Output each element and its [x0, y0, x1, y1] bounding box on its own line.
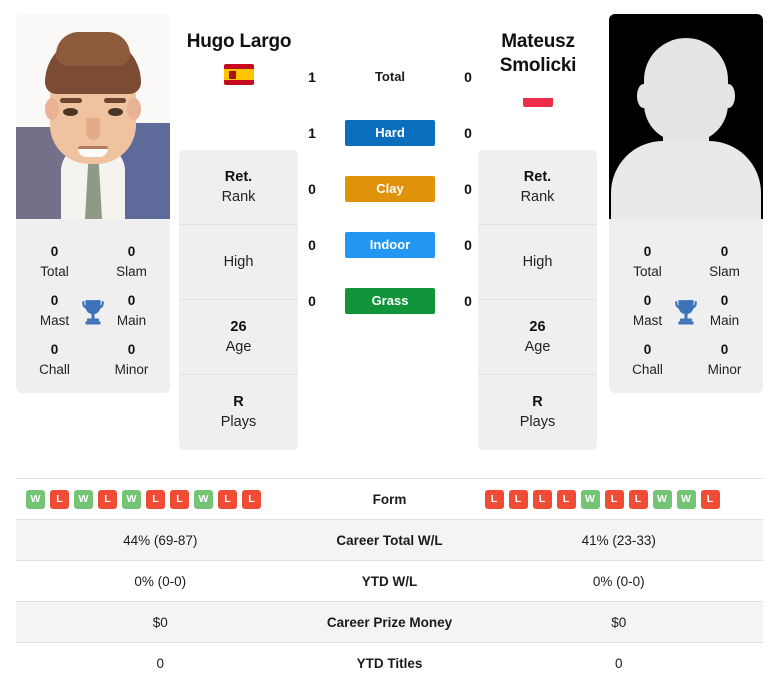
form-result-win[interactable]: W — [74, 489, 93, 509]
surface-row-total: 1 Total 0 — [300, 58, 480, 95]
info-plays-right: R Plays — [519, 394, 556, 430]
ytd-titles-right: 0 — [614, 655, 623, 671]
form-result-win[interactable]: W — [676, 489, 696, 509]
ytd-wl-left: 0% (0-0) — [134, 573, 187, 589]
trophy-icon — [82, 300, 104, 325]
surface-titles-column: 1 Total 0 1 Hard 0 0 Clay 0 0 Indoor 0 0… — [300, 58, 480, 319]
player-info-left: Ret. Rank High 26 Age R Plays — [179, 150, 298, 450]
player-photo-card-left[interactable]: Hugo Largo — [16, 14, 170, 261]
form-result-loss[interactable]: L — [508, 489, 528, 509]
prize-money-left: $0 — [152, 614, 168, 630]
player-name-left[interactable]: Hugo Largo — [162, 30, 316, 54]
ytd-wl-right: 0% (0-0) — [592, 573, 645, 589]
form-strip-right: LLLLWLLWWL — [484, 489, 754, 509]
info-high-left: High — [179, 225, 298, 300]
titles-chall-left: 0 Chall — [39, 342, 70, 377]
titles-chall-right: 0 Chall — [632, 342, 663, 377]
form-result-loss[interactable]: L — [484, 489, 504, 509]
surface-value-right-clay: 0 — [464, 180, 472, 197]
player-info-right: Ret. Rank High 26 Age R Plays — [478, 150, 597, 450]
surface-value-right-hard: 0 — [464, 124, 472, 141]
surface-badge-grass[interactable]: Grass — [345, 287, 435, 314]
surface-value-right-indoor: 0 — [464, 236, 472, 253]
row-label-form: Form — [372, 491, 407, 507]
surface-value-left-hard: 1 — [308, 124, 316, 141]
prize-money-right: $0 — [611, 614, 627, 630]
player-comparison-header: Hugo Largo 0 Total 0 Slam 0 Mast — [0, 0, 779, 470]
form-result-loss[interactable]: L — [50, 489, 69, 509]
form-result-loss[interactable]: L — [700, 489, 720, 509]
titles-total-right: 0 Total — [633, 244, 662, 279]
form-result-loss[interactable]: L — [532, 489, 552, 509]
player-photo-right — [609, 14, 763, 219]
form-result-loss[interactable]: L — [170, 489, 189, 509]
titles-total-left: 0 Total — [40, 244, 69, 279]
row-label-ytd-wl: YTD W/L — [361, 573, 418, 589]
form-cell-left: WLWLWLLWLL — [16, 479, 305, 520]
career-wl-left: 44% (69-87) — [123, 532, 198, 548]
form-result-loss[interactable]: L — [604, 489, 624, 509]
titles-minor-right: 0 Minor — [707, 342, 742, 377]
form-result-loss[interactable]: L — [628, 489, 648, 509]
form-result-loss[interactable]: L — [556, 489, 576, 509]
form-result-loss[interactable]: L — [242, 489, 261, 509]
form-cell-right: LLLLWLLWWL — [475, 479, 764, 520]
surface-label-total: Total — [374, 68, 406, 84]
info-rank-left: Ret. Rank — [179, 150, 298, 225]
form-result-win[interactable]: W — [194, 489, 213, 509]
table-row-ytd-wl: 0% (0-0) YTD W/L 0% (0-0) — [16, 560, 763, 602]
form-strip-left: WLWLWLLWLL — [26, 489, 295, 509]
titles-summary-right: 0 Total 0 Slam 0 Mast 0 Main 0 Chall 0 M… — [609, 228, 763, 393]
info-age-right: 26 Age — [478, 300, 597, 375]
table-row-ytd-titles: 0 YTD Titles 0 — [16, 642, 763, 684]
surface-value-left-total: 1 — [308, 68, 316, 85]
player-photo-card-right[interactable]: Mateusz Smolicki — [609, 14, 763, 261]
spain-flag-icon — [224, 64, 254, 85]
info-rank-right: Ret. Rank — [478, 150, 597, 225]
titles-slam-right: 0 Slam — [709, 244, 740, 279]
table-row-prize-money: $0 Career Prize Money $0 — [16, 601, 763, 643]
info-high-right: High — [478, 225, 597, 300]
career-wl-right: 41% (23-33) — [581, 532, 656, 548]
form-result-loss[interactable]: L — [146, 489, 165, 509]
info-plays-left: R Plays — [220, 394, 257, 430]
poland-flag-icon — [523, 88, 553, 107]
form-result-loss[interactable]: L — [98, 489, 117, 509]
ytd-titles-left: 0 — [156, 655, 164, 671]
player-header-left: Hugo Largo — [162, 30, 316, 85]
table-row-form: WLWLWLLWLL Form LLLLWLLWWL — [16, 478, 764, 520]
info-age-left: 26 Age — [179, 300, 298, 375]
player-name-right[interactable]: Mateusz Smolicki — [461, 30, 615, 78]
titles-slam-left: 0 Slam — [116, 244, 147, 279]
row-label-prize-money: Career Prize Money — [326, 614, 453, 630]
surface-value-right-grass: 0 — [464, 292, 472, 309]
row-label-ytd-titles: YTD Titles — [356, 655, 423, 671]
surface-value-left-indoor: 0 — [308, 236, 316, 253]
player-photo-left — [16, 14, 170, 219]
surface-row-clay: 0 Clay 0 — [300, 170, 480, 207]
titles-minor-left: 0 Minor — [114, 342, 149, 377]
surface-badge-indoor[interactable]: Indoor — [345, 231, 435, 258]
row-label-career-wl: Career Total W/L — [336, 532, 443, 548]
surface-value-left-grass: 0 — [308, 292, 316, 309]
form-result-win[interactable]: W — [122, 489, 141, 509]
surface-row-hard: 1 Hard 0 — [300, 114, 480, 151]
surface-badge-hard[interactable]: Hard — [345, 119, 435, 146]
form-result-win[interactable]: W — [580, 489, 600, 509]
surface-row-grass: 0 Grass 0 — [300, 282, 480, 319]
form-result-win[interactable]: W — [652, 489, 672, 509]
surface-badge-clay[interactable]: Clay — [345, 175, 435, 202]
titles-summary-left: 0 Total 0 Slam 0 Mast 0 Main 0 Chall 0 M… — [16, 228, 170, 393]
comparison-stats-table: WLWLWLLWLL Form LLLLWLLWWL 44% (69-87) C… — [16, 478, 763, 684]
table-row-career-wl: 44% (69-87) Career Total W/L 41% (23-33) — [16, 519, 763, 561]
surface-value-left-clay: 0 — [308, 180, 316, 197]
surface-row-indoor: 0 Indoor 0 — [300, 226, 480, 263]
player-header-right: Mateusz Smolicki — [461, 30, 615, 107]
form-result-loss[interactable]: L — [218, 489, 237, 509]
trophy-icon — [675, 300, 697, 325]
form-result-win[interactable]: W — [26, 489, 45, 509]
